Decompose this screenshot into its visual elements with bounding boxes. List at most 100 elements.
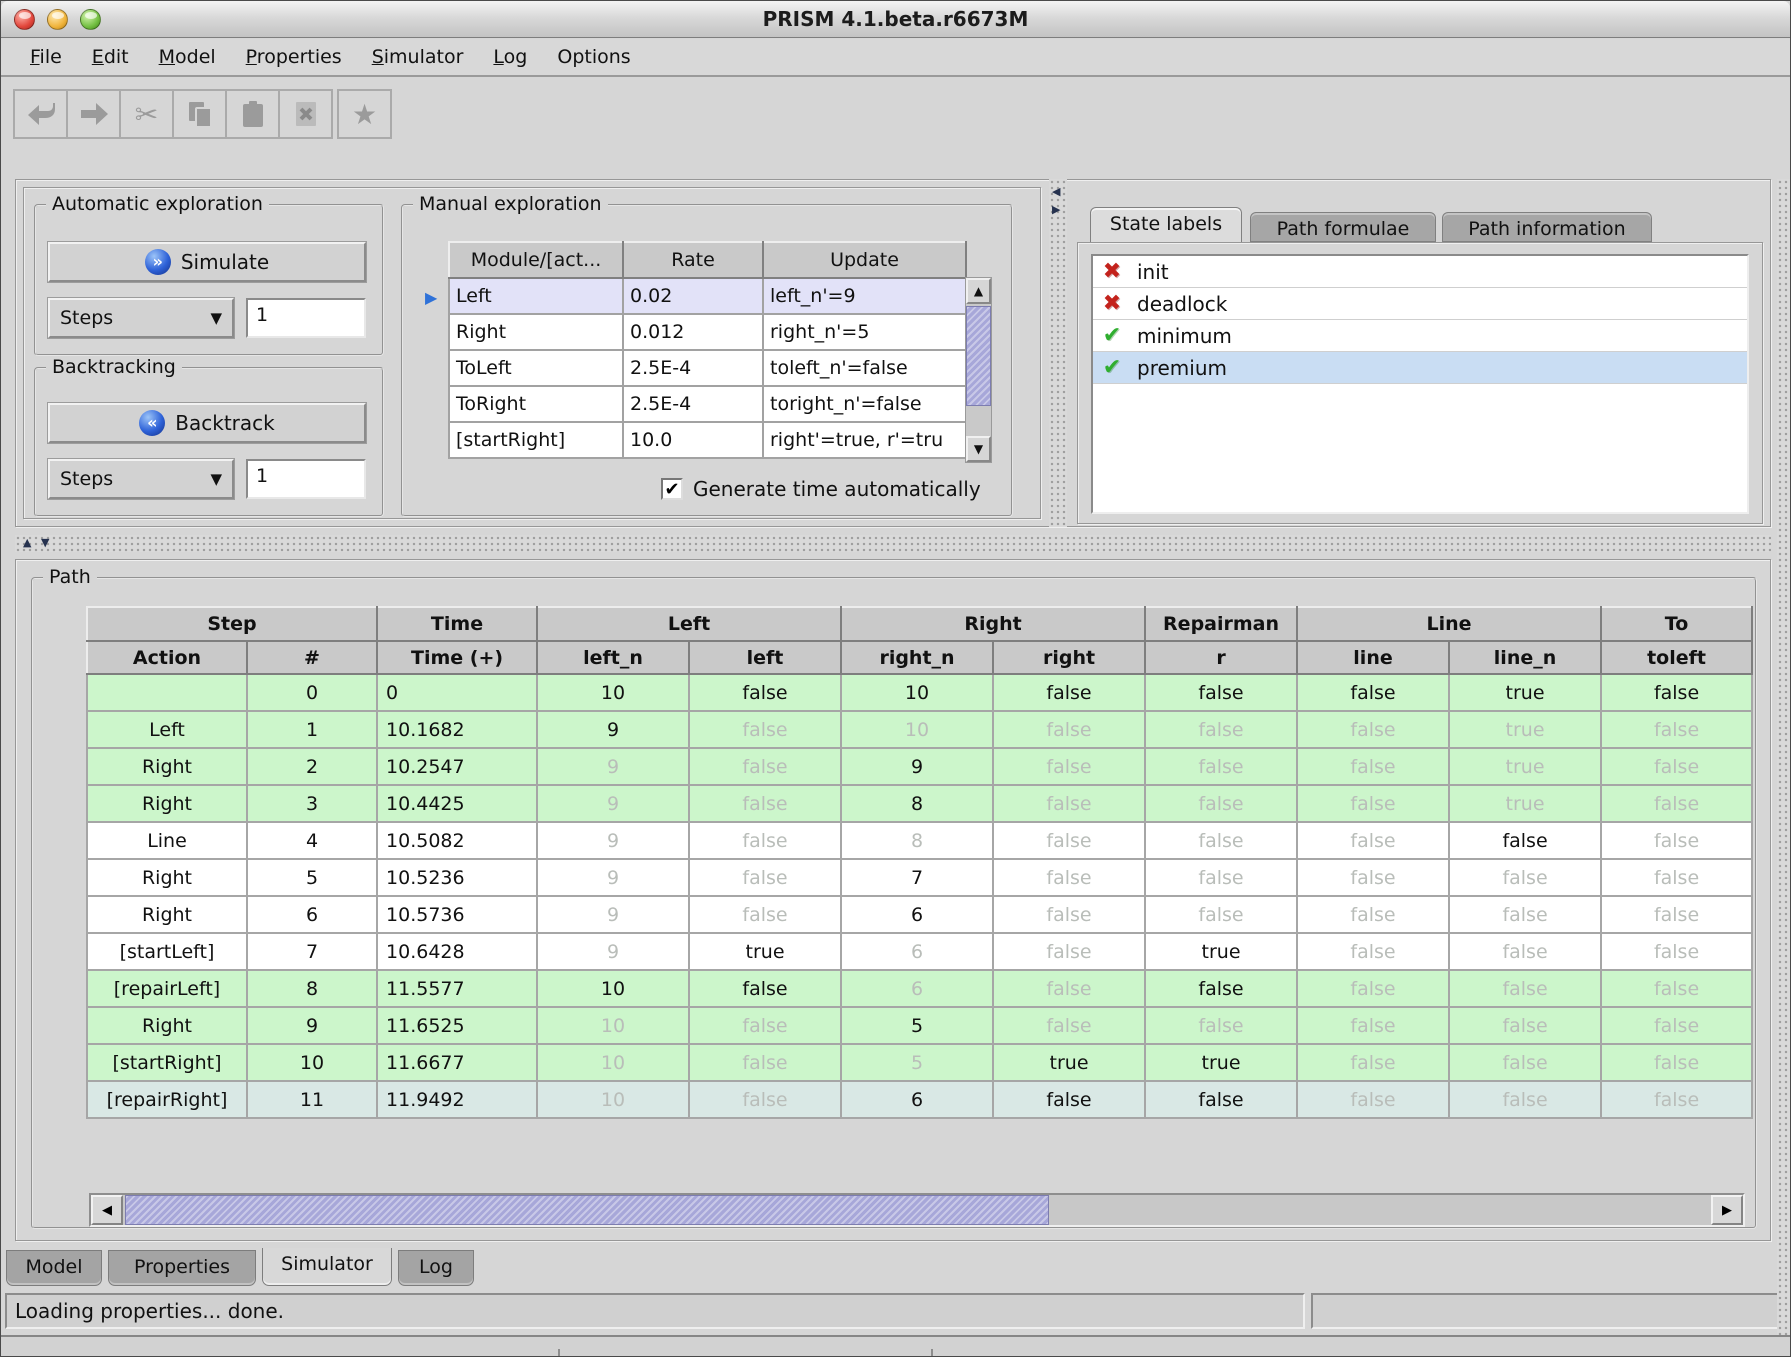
path-table-row[interactable]: Right610.57369false6falsefalsefalsefalse… [87, 896, 1752, 933]
path-group-header-left: Left [537, 607, 841, 641]
scroll-left-icon[interactable]: ◀ [91, 1195, 123, 1225]
copy-icon[interactable] [172, 89, 227, 139]
tab-state-labels[interactable]: State labels [1090, 207, 1242, 243]
horizontal-splitter[interactable]: ▲ ▼ [15, 535, 1771, 552]
path-table-cell: false [993, 785, 1145, 822]
tab-path-information[interactable]: Path information [1442, 212, 1652, 242]
manual-scrollbar-thumb[interactable] [966, 306, 991, 406]
path-table-row[interactable]: Line410.50829false8falsefalsefalsefalsef… [87, 822, 1752, 859]
path-table-row[interactable]: Right310.44259false8falsefalsefalsetruef… [87, 785, 1752, 822]
scroll-right-icon[interactable]: ▶ [1711, 1195, 1743, 1225]
manual-table-body: Left0.02left_n'=9Right0.012right_n'=5ToL… [449, 278, 966, 458]
path-table-row[interactable]: Right510.52369false7falsefalsefalsefalse… [87, 859, 1752, 896]
scroll-down-icon[interactable]: ▼ [966, 436, 991, 462]
path-table-cell: false [1145, 1081, 1297, 1118]
menu-log[interactable]: Log [478, 42, 542, 72]
state-label-text: premium [1137, 356, 1227, 380]
state-label-item-premium[interactable]: ✔ premium [1093, 352, 1747, 384]
path-col-header: toleft [1601, 641, 1752, 674]
menu-properties[interactable]: Properties [231, 42, 357, 72]
status-bar: Loading properties... done. [5, 1293, 1305, 1329]
path-table-row[interactable]: [startLeft]710.64289true6falsetruefalsef… [87, 933, 1752, 970]
path-table-cell: false [1145, 896, 1297, 933]
menu-model[interactable]: Model [144, 42, 231, 72]
redo-arrow-icon[interactable] [66, 89, 121, 139]
path-table-cell: false [1297, 748, 1449, 785]
state-label-item-minimum[interactable]: ✔minimum [1093, 320, 1747, 352]
path-table-row[interactable]: Right210.25479false9falsefalsefalsetruef… [87, 748, 1752, 785]
state-label-item-init[interactable]: ✖init [1093, 256, 1747, 288]
path-table-cell: true [1449, 674, 1601, 711]
path-table-cell: 10 [537, 1044, 689, 1081]
path-table-cell: false [1601, 970, 1752, 1007]
auto-steps-combo[interactable]: Steps ▼ [48, 298, 234, 338]
path-horizontal-scrollbar[interactable]: ◀ ▶ [89, 1193, 1745, 1227]
simulate-button[interactable]: » Simulate [48, 242, 366, 282]
star-icon[interactable]: ★ [337, 89, 392, 139]
path-table-cell: Right [87, 785, 247, 822]
manual-table-row[interactable]: ToLeft2.5E-4toleft_n'=false [449, 350, 966, 386]
manual-table-row[interactable]: Left0.02left_n'=9 [449, 278, 966, 314]
backtrack-icon: « [139, 410, 165, 436]
path-table-cell: 10 [247, 1044, 377, 1081]
path-table-cell: false [1601, 1044, 1752, 1081]
path-table-row[interactable]: Left110.16829false10falsefalsefalsetruef… [87, 711, 1752, 748]
state-label-item-deadlock[interactable]: ✖deadlock [1093, 288, 1747, 320]
manual-table-row[interactable]: [startRight]10.0right'=true, r'=tru [449, 422, 966, 458]
collapse-up-icon[interactable]: ▲ [23, 536, 31, 550]
undo-arrow-icon[interactable] [13, 89, 68, 139]
path-table-row[interactable]: Right911.652510false5falsefalsefalsefals… [87, 1007, 1752, 1044]
tab-properties[interactable]: Properties [108, 1250, 256, 1286]
path-table-cell: false [993, 1081, 1145, 1118]
path-table-row[interactable]: [repairRight]1111.949210false6falsefalse… [87, 1081, 1752, 1118]
path-scrollbar-thumb[interactable] [125, 1195, 1049, 1225]
path-table-row[interactable]: [startRight]1011.667710false5truetruefal… [87, 1044, 1752, 1081]
path-table-cell: 11 [247, 1081, 377, 1118]
manual-table-row[interactable]: ToRight2.5E-4toright_n'=false [449, 386, 966, 422]
tab-path-formulae-label: Path formulae [1277, 218, 1410, 240]
window-resize-edge[interactable] [1777, 179, 1790, 1335]
collapse-left-icon[interactable]: ◀ [1052, 185, 1060, 199]
tab-simulator[interactable]: Simulator [262, 1248, 392, 1286]
backtrack-button[interactable]: « Backtrack [48, 403, 366, 443]
path-table-cell: 10.2547 [377, 748, 537, 785]
manual-table-row[interactable]: Right0.012right_n'=5 [449, 314, 966, 350]
tab-log[interactable]: Log [398, 1250, 474, 1286]
collapse-right-icon[interactable]: ▶ [1052, 203, 1060, 217]
path-table-cell: false [1297, 1081, 1449, 1118]
tab-path-formulae[interactable]: Path formulae [1250, 212, 1436, 242]
menu-simulator[interactable]: Simulator [357, 42, 479, 72]
manual-exploration-title: Manual exploration [413, 193, 608, 215]
auto-steps-input[interactable]: 1 [246, 298, 366, 338]
path-table-cell: 11.9492 [377, 1081, 537, 1118]
path-table-cell: false [1601, 933, 1752, 970]
menu-edit[interactable]: Edit [77, 42, 144, 72]
backtrack-steps-input[interactable]: 1 [246, 459, 366, 499]
manual-table-scrollbar[interactable]: ▲ ▼ [965, 277, 992, 463]
cut-icon[interactable]: ✂ [119, 89, 174, 139]
path-table-row[interactable]: [repairLeft]811.557710false6falsefalsefa… [87, 970, 1752, 1007]
tab-model[interactable]: Model [6, 1250, 102, 1286]
menu-file[interactable]: File [15, 42, 77, 72]
paste-icon[interactable] [225, 89, 280, 139]
generate-time-checkbox[interactable]: ✔ [661, 478, 683, 500]
scroll-up-icon[interactable]: ▲ [966, 278, 991, 304]
path-group-header-repairman: Repairman [1145, 607, 1297, 641]
delete-icon[interactable] [278, 89, 333, 139]
manual-col-header: Rate [623, 242, 763, 278]
path-table-cell: 3 [247, 785, 377, 822]
vertical-splitter[interactable]: ◀ ▶ [1049, 179, 1067, 527]
path-table-cell: true [689, 933, 841, 970]
path-table-row[interactable]: 0010false10falsefalsefalsetruefalse [87, 674, 1752, 711]
path-table-cell: true [1449, 711, 1601, 748]
backtrack-steps-combo[interactable]: Steps ▼ [48, 459, 234, 499]
collapse-down-icon[interactable]: ▼ [41, 536, 49, 550]
path-col-header: Time (+) [377, 641, 537, 674]
check-icon: ✔ [1099, 355, 1125, 380]
menu-options[interactable]: Options [542, 42, 645, 72]
path-table-cell: false [689, 785, 841, 822]
path-table-cell: false [689, 822, 841, 859]
path-table-cell: 10 [537, 674, 689, 711]
path-table-cell: 9 [537, 711, 689, 748]
path-table-cell: false [993, 859, 1145, 896]
